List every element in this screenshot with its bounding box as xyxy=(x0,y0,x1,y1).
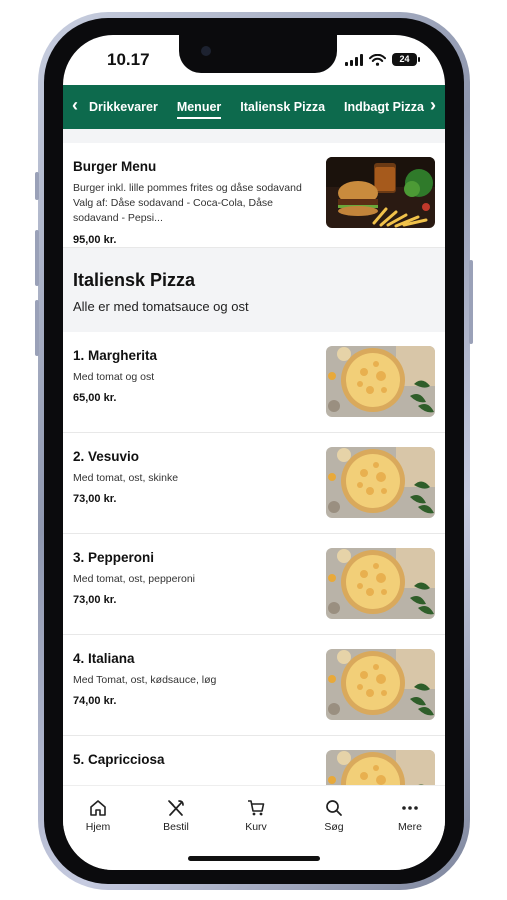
status-time: 10.17 xyxy=(107,50,150,69)
chevron-left-icon[interactable]: ‹ xyxy=(67,95,83,116)
camera-icon xyxy=(201,46,211,56)
pizza-image xyxy=(326,548,435,619)
item-description: Med tomat, ost, pepperoni xyxy=(73,573,195,585)
item-text: 5. Capricciosa xyxy=(73,752,318,774)
category-tabs: Drikkevarer Menuer Italiensk Pizza Indba… xyxy=(89,85,424,129)
pizza-image xyxy=(326,346,435,417)
divider xyxy=(63,129,445,143)
item-title: 4. Italiana xyxy=(73,651,135,666)
pizza-image xyxy=(326,649,435,720)
tab-kurv[interactable]: Kurv xyxy=(221,798,291,833)
item-description: Med Tomat, ost, kødsauce, løg xyxy=(73,674,217,686)
menu-item-pizza[interactable]: 2. Vesuvio Med tomat, ost, skinke 73,00 … xyxy=(63,433,445,534)
tab-mere[interactable]: Mere xyxy=(375,798,445,833)
item-title: Burger Menu xyxy=(73,159,157,174)
menu-item-pizza[interactable]: 5. Capricciosa xyxy=(63,736,445,785)
pizza-image xyxy=(326,750,435,785)
tab-drikkevarer[interactable]: Drikkevarer xyxy=(89,96,158,118)
battery-icon: 24 xyxy=(392,53,420,66)
bottom-tab-bar: Hjem Bestil Kurv Søg Mere xyxy=(63,785,445,870)
item-text: 3. Pepperoni Med tomat, ost, pepperoni 7… xyxy=(73,550,318,606)
item-price: 65,00 kr. xyxy=(73,392,117,405)
mute-switch xyxy=(35,172,39,200)
tab-label: Kurv xyxy=(245,821,267,833)
menu-item-pizza[interactable]: 3. Pepperoni Med tomat, ost, pepperoni 7… xyxy=(63,534,445,635)
burger-image xyxy=(326,157,435,228)
notch xyxy=(179,35,337,73)
item-text: Burger Menu Burger inkl. lille pommes fr… xyxy=(73,159,318,246)
item-description: Med tomat, ost, skinke xyxy=(73,472,179,484)
tab-label: Hjem xyxy=(85,821,111,833)
screen: 10.17 24 ‹ Drikkevarer Menuer Italiensk … xyxy=(63,35,445,870)
phone-device: 10.17 24 ‹ Drikkevarer Menuer Italiensk … xyxy=(35,12,473,890)
menu-item-pizza[interactable]: 4. Italiana Med Tomat, ost, kødsauce, lø… xyxy=(63,635,445,736)
section-header: Italiensk Pizza Alle er med tomatsauce o… xyxy=(63,248,445,332)
item-title: 3. Pepperoni xyxy=(73,550,155,565)
signal-icon xyxy=(345,53,363,66)
item-description: Burger inkl. lille pommes frites og dåse… xyxy=(73,182,302,225)
home-indicator[interactable] xyxy=(188,856,320,861)
item-price: 74,00 kr. xyxy=(73,695,117,708)
chevron-right-icon[interactable]: › xyxy=(425,95,441,116)
item-description: Med tomat og ost xyxy=(73,371,155,383)
menu-list: Burger Menu Burger inkl. lille pommes fr… xyxy=(63,129,445,785)
cutlery-icon xyxy=(141,798,211,818)
home-icon xyxy=(63,798,133,818)
more-icon xyxy=(375,798,445,818)
item-text: 1. Margherita Med tomat og ost 65,00 kr. xyxy=(73,348,318,404)
tab-menuer[interactable]: Menuer xyxy=(176,96,222,119)
status-icons: 24 xyxy=(345,53,420,66)
tab-label: Bestil xyxy=(163,821,189,833)
tab-label: Søg xyxy=(324,821,344,833)
menu-item-burger[interactable]: Burger Menu Burger inkl. lille pommes fr… xyxy=(63,143,445,248)
power-button xyxy=(469,260,473,344)
item-title: 1. Margherita xyxy=(73,348,158,363)
section-title: Italiensk Pizza xyxy=(73,270,196,290)
wifi-icon xyxy=(369,53,386,66)
item-price: 95,00 kr. xyxy=(73,233,117,246)
tab-hjem[interactable]: Hjem xyxy=(63,798,133,833)
tab-bestil[interactable]: Bestil xyxy=(141,798,211,833)
category-nav: ‹ Drikkevarer Menuer Italiensk Pizza Ind… xyxy=(63,85,445,129)
section-subtitle: Alle er med tomatsauce og ost xyxy=(73,299,249,314)
item-text: 2. Vesuvio Med tomat, ost, skinke 73,00 … xyxy=(73,449,318,505)
pizza-image xyxy=(326,447,435,518)
volume-up-button xyxy=(35,230,39,286)
item-price: 73,00 kr. xyxy=(73,493,117,506)
item-title: 2. Vesuvio xyxy=(73,449,140,464)
tab-indbagt-pizza[interactable]: Indbagt Pizza xyxy=(344,96,424,118)
tab-label: Mere xyxy=(398,821,422,833)
item-price: 73,00 kr. xyxy=(73,594,117,607)
item-title: 5. Capricciosa xyxy=(73,752,165,767)
tab-soeg[interactable]: Søg xyxy=(299,798,369,833)
tab-italiensk-pizza[interactable]: Italiensk Pizza xyxy=(240,96,325,118)
search-icon xyxy=(299,798,369,818)
menu-item-pizza[interactable]: 1. Margherita Med tomat og ost 65,00 kr. xyxy=(63,332,445,433)
bezel: 10.17 24 ‹ Drikkevarer Menuer Italiensk … xyxy=(44,18,464,884)
cart-icon xyxy=(221,798,291,818)
item-text: 4. Italiana Med Tomat, ost, kødsauce, lø… xyxy=(73,651,318,707)
volume-down-button xyxy=(35,300,39,356)
